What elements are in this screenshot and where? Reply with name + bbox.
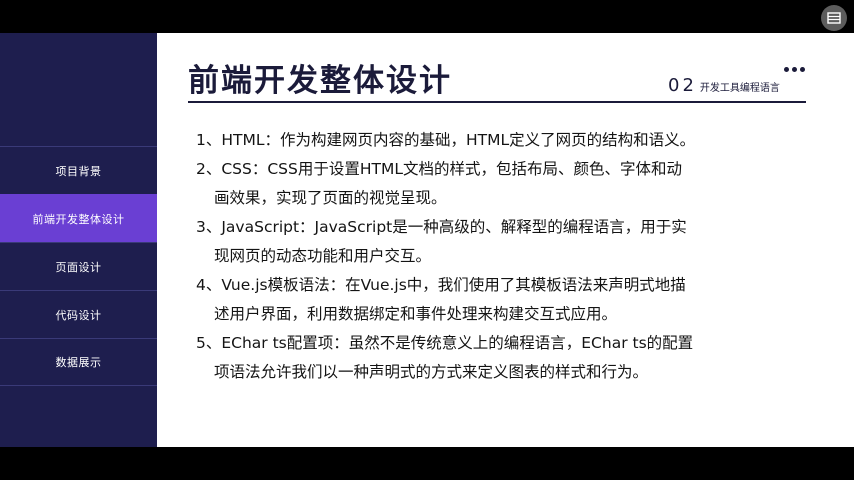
page-title: 前端开发整体设计 (188, 63, 452, 99)
bottom-letterbox (0, 447, 854, 480)
section-number: 02 (668, 75, 697, 96)
sidebar-item-label: 代码设计 (55, 308, 102, 322)
slide: 项目背景 前端开发整体设计 页面设计 代码设计 数据展示 前端开发整体设计 02… (0, 33, 854, 447)
sidebar-item-page-design[interactable]: 页面设计 (0, 242, 157, 290)
list-item: 2、CSS：CSS用于设置HTML文档的样式，包括布局、颜色、字体和动 画效果，… (196, 160, 682, 207)
sidebar-item-label: 页面设计 (55, 260, 102, 274)
sidebar-item-label: 项目背景 (55, 164, 102, 178)
sidebar-item-code-design[interactable]: 代码设计 (0, 290, 157, 338)
list-item: 5、EChar ts配置项：虽然不是传统意义上的编程语言，EChar ts的配置… (196, 334, 694, 381)
more-dots-icon (784, 67, 805, 72)
sidebar-item-frontend-design[interactable]: 前端开发整体设计 (0, 194, 157, 242)
section-label: 开发工具编程语言 (699, 83, 780, 94)
sidebar-item-label: 前端开发整体设计 (32, 212, 125, 226)
sidebar-item-background[interactable]: 项目背景 (0, 146, 157, 194)
slide-content: 前端开发整体设计 02 开发工具编程语言 1、HTML：作为构建网页内容的基础，… (157, 33, 854, 447)
list-item: 4、Vue.js模板语法：在Vue.js中，我们使用了其模板语法来声明式地描 述… (196, 276, 686, 323)
menu-icon (827, 12, 841, 24)
sidebar-item-label: 数据展示 (55, 356, 102, 369)
list-item: 3、JavaScript：JavaScript是一种高级的、解释型的编程语言，用… (196, 218, 687, 265)
sidebar: 项目背景 前端开发整体设计 页面设计 代码设计 数据展示 (0, 33, 157, 447)
title-divider (188, 101, 806, 103)
top-letterbox (0, 0, 854, 33)
content-list: 1、HTML：作为构建网页内容的基础，HTML定义了网页的结构和语义。 2、CS… (196, 126, 808, 387)
list-item: 1、HTML：作为构建网页内容的基础，HTML定义了网页的结构和语义。 (196, 131, 696, 149)
section-tag: 02 开发工具编程语言 (668, 75, 780, 96)
menu-button[interactable] (821, 5, 847, 31)
sidebar-nav: 项目背景 前端开发整体设计 页面设计 代码设计 数据展示 (0, 146, 157, 386)
sidebar-item-data-display[interactable]: 数据展示 (0, 338, 157, 386)
